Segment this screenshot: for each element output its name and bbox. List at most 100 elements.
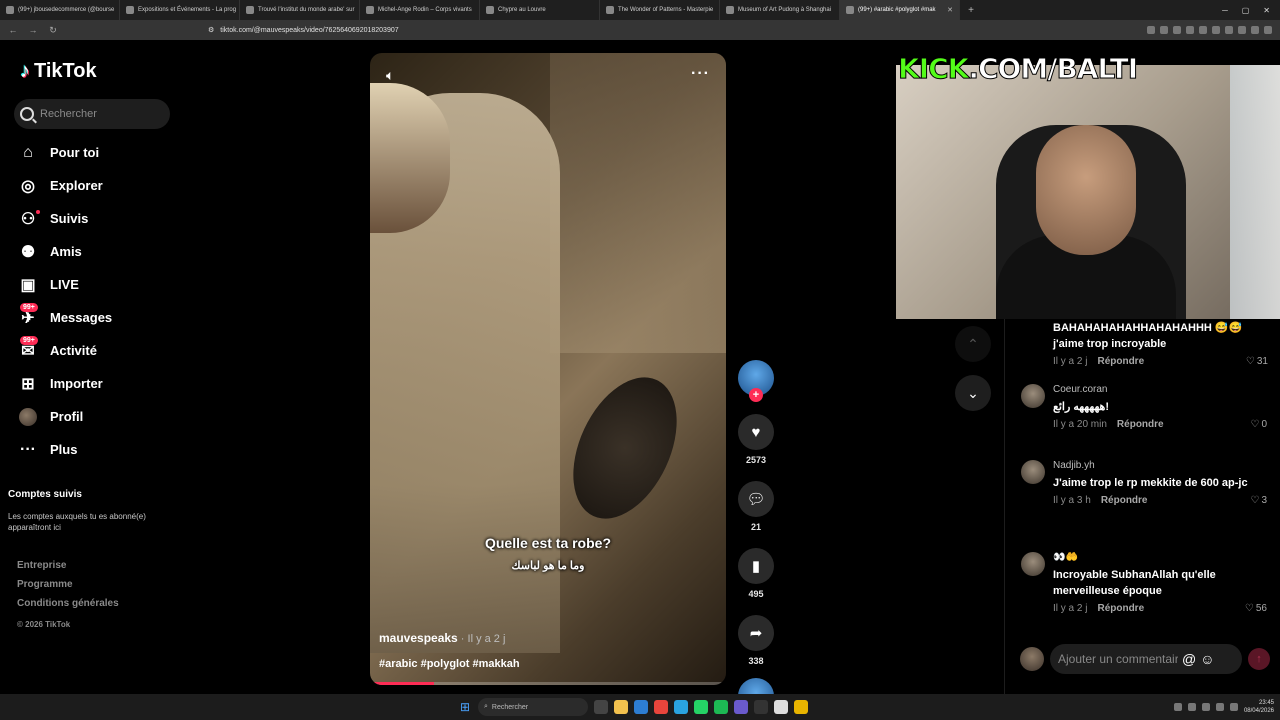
comment-button[interactable]: 💬︎ [738, 481, 774, 517]
extension-icon[interactable] [1160, 26, 1168, 34]
next-video-button[interactable]: ⌄ [955, 375, 991, 411]
sidebar-item-suivis[interactable]: ⚇ Suivis [18, 202, 178, 235]
previous-video-button[interactable]: ⌃ [955, 326, 991, 362]
browser-tab[interactable]: Expositions et Événements - La prog [120, 0, 240, 20]
sidebar-item-profil[interactable]: Profil [18, 400, 178, 433]
reply-button[interactable]: Répondre [1117, 419, 1164, 430]
more-options-icon[interactable]: ··· [691, 65, 710, 83]
sidebar-item-plus[interactable]: ··· Plus [18, 433, 178, 466]
comment-like-button[interactable]: ♡ 0 [1250, 419, 1267, 430]
emoji-icon[interactable]: ☺ [1200, 651, 1214, 667]
like-button[interactable]: ♥ [738, 414, 774, 450]
reply-button[interactable]: Répondre [1097, 356, 1144, 367]
video-progress-bar[interactable] [370, 682, 726, 685]
extension-icon[interactable] [1225, 26, 1233, 34]
browser-tab[interactable]: Museum of Art Pudong à Shanghai [720, 0, 840, 20]
video-player[interactable]: 🔈︎ ··· Quelle est ta robe? وما ما هو لبا… [370, 53, 726, 685]
browser-tab[interactable]: Chypre au Louvre [480, 0, 600, 20]
save-button[interactable]: ▮ [738, 548, 774, 584]
sidebar-item-live[interactable]: ▣ LIVE [18, 268, 178, 301]
mention-icon[interactable]: @ [1182, 651, 1196, 667]
comment-like-button[interactable]: ♡ 3 [1250, 495, 1267, 506]
extension-icon[interactable] [1251, 26, 1259, 34]
footer-link-conditions[interactable]: Conditions générales [17, 598, 119, 609]
sidebar-item-activite[interactable]: ✉ 99+ Activité [18, 334, 178, 367]
extension-icon[interactable] [1147, 26, 1155, 34]
browser-tab[interactable]: Trouvé l'institut du monde arabe' sur [240, 0, 360, 20]
spotify-icon[interactable] [714, 700, 728, 714]
volume-icon[interactable]: 🔈︎ [386, 67, 394, 84]
reload-icon[interactable]: ↻ [48, 25, 58, 36]
sidebar-item-explorer[interactable]: ◎ Explorer [18, 169, 178, 202]
extension-icon[interactable] [1238, 26, 1246, 34]
commenter-avatar[interactable] [1021, 552, 1045, 576]
video-author[interactable]: mauvespeaks · Il y a 2 j [379, 631, 505, 645]
comment-input[interactable] [1058, 652, 1178, 666]
footer-link-programme[interactable]: Programme [17, 579, 119, 590]
file-explorer-icon[interactable] [614, 700, 628, 714]
extension-icon[interactable] [1173, 26, 1181, 34]
telegram-icon[interactable] [674, 700, 688, 714]
commenter-avatar[interactable] [1021, 384, 1045, 408]
tray-icon[interactable] [1173, 703, 1182, 711]
volume-icon[interactable] [1229, 703, 1238, 711]
whatsapp-icon[interactable] [694, 700, 708, 714]
creator-avatar[interactable]: + [738, 360, 774, 402]
system-clock[interactable]: 23:45 08/04/2026 [1244, 699, 1274, 715]
site-info-icon[interactable]: ⚙ [208, 26, 214, 34]
browser-tab[interactable]: Michel-Ange Rodin – Corps vivants [360, 0, 480, 20]
app-icon[interactable] [794, 700, 808, 714]
comment-username[interactable]: 👀🤲 [1053, 552, 1267, 563]
browser-tab[interactable]: (99+) jbousedecommerce (@bourse [0, 0, 120, 20]
new-tab-button[interactable]: + [964, 3, 978, 17]
back-icon[interactable]: ← [8, 25, 18, 35]
browser-tab-active[interactable]: (99+) #arabic #polyglot #mak ✕ [840, 0, 960, 20]
reply-button[interactable]: Répondre [1101, 495, 1148, 506]
comment-username[interactable]: Coeur.coran [1053, 384, 1267, 395]
app-icon[interactable] [734, 700, 748, 714]
sidebar-item-pour-toi[interactable]: ⌂ Pour toi [18, 136, 178, 169]
wifi-icon[interactable] [1215, 703, 1224, 711]
obs-icon[interactable] [754, 700, 768, 714]
notion-icon[interactable] [774, 700, 788, 714]
sidebar-item-importer[interactable]: ⊞ Importer [18, 367, 178, 400]
tab-title: Museum of Art Pudong à Shanghai [738, 7, 832, 13]
follow-plus-icon[interactable]: + [749, 388, 763, 402]
close-window-icon[interactable]: ✕ [1263, 6, 1270, 15]
tray-icon[interactable] [1201, 703, 1210, 711]
extension-icon[interactable] [1186, 26, 1194, 34]
taskbar-search[interactable]: ⌕ Rechercher [478, 698, 588, 716]
commenter-avatar[interactable] [1021, 460, 1045, 484]
sidebar-item-label: Pour toi [50, 145, 100, 160]
brave-browser-icon[interactable] [654, 700, 668, 714]
sidebar-item-amis[interactable]: ⚉ Amis [18, 235, 178, 268]
task-view-icon[interactable] [594, 700, 608, 714]
video-author-name[interactable]: mauvespeaks [379, 631, 458, 645]
store-icon[interactable] [634, 700, 648, 714]
browser-tab[interactable]: The Wonder of Patterns - Masterpie [600, 0, 720, 20]
sidebar-item-messages[interactable]: ✈ 99+ Messages [18, 301, 178, 334]
comment-input-box[interactable]: @ ☺ [1050, 644, 1242, 674]
search-input[interactable] [40, 108, 160, 120]
extension-icon[interactable] [1212, 26, 1220, 34]
url-text[interactable]: tiktok.com/@mauvespeaks/video/7625640692… [220, 27, 398, 34]
tray-icon[interactable] [1187, 703, 1196, 711]
video-hashtags[interactable]: #arabic #polyglot #makkah [379, 658, 520, 670]
extension-icon[interactable] [1264, 26, 1272, 34]
comment-like-button[interactable]: ♡ 31 [1246, 356, 1268, 367]
post-comment-button[interactable]: ↑ [1248, 648, 1270, 670]
windows-start-icon[interactable]: ⊞ [458, 700, 472, 714]
maximize-icon[interactable]: ▢ [1242, 6, 1250, 15]
footer-link-entreprise[interactable]: Entreprise [17, 560, 119, 571]
stream-url-overlay: KICK.COM/BALTI [897, 52, 1138, 86]
reply-button[interactable]: Répondre [1097, 603, 1144, 614]
search-box[interactable] [14, 99, 170, 129]
tiktok-logo[interactable]: ♪ TikTok [20, 60, 97, 83]
forward-icon[interactable]: → [28, 25, 38, 35]
comment-like-button[interactable]: ♡ 56 [1245, 603, 1267, 614]
minimize-icon[interactable]: ─ [1222, 6, 1228, 15]
tab-close-icon[interactable]: ✕ [947, 6, 953, 14]
extension-icon[interactable] [1199, 26, 1207, 34]
comment-username[interactable]: Nadjib.yh [1053, 460, 1267, 471]
share-button[interactable]: ➦ [738, 615, 774, 651]
